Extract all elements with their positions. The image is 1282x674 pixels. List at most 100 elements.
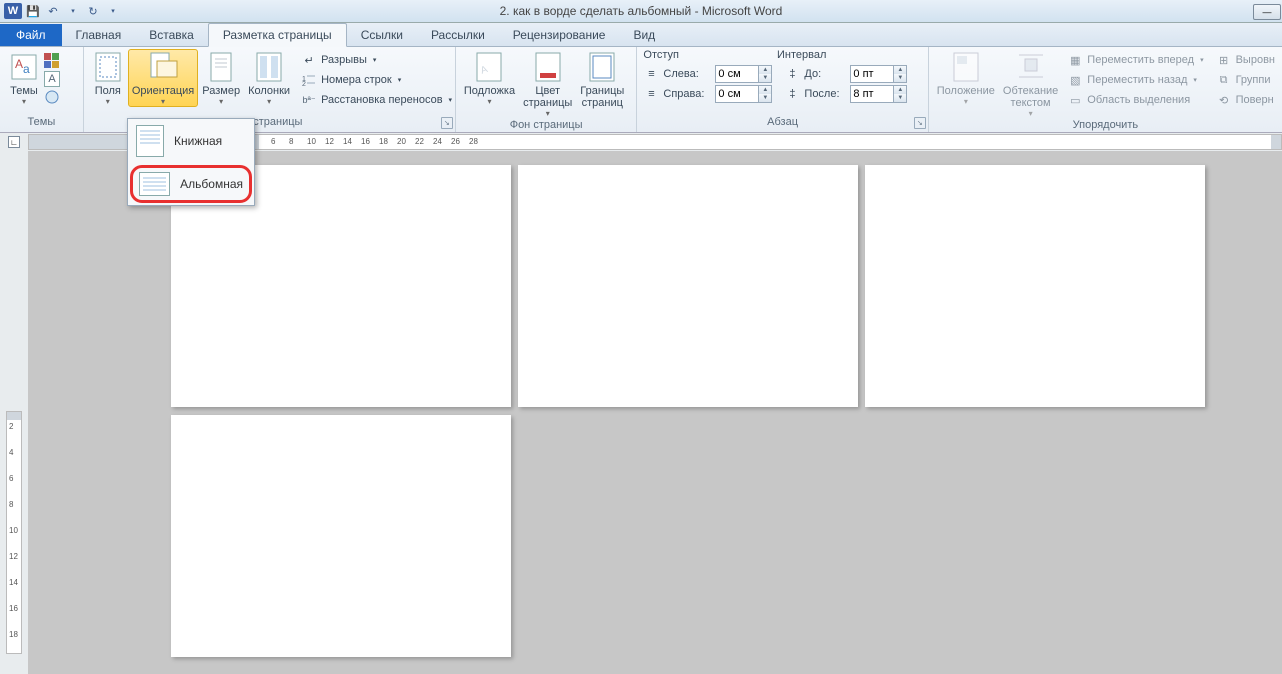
save-icon[interactable]: 💾: [24, 2, 42, 20]
dialog-launcher-icon[interactable]: ↘: [441, 117, 453, 129]
bring-forward-button[interactable]: ▦Переместить вперед▾: [1064, 51, 1206, 69]
themes-button[interactable]: Aa Темы ▾: [4, 49, 44, 107]
line-numbers-icon: 12: [301, 72, 317, 88]
page-borders-button[interactable]: Границы страниц: [576, 49, 628, 111]
spin-down-icon[interactable]: ▼: [759, 74, 771, 82]
group-icon: ⧉: [1216, 72, 1232, 88]
tab-references[interactable]: Ссылки: [347, 24, 417, 46]
redo-icon[interactable]: ↻: [84, 2, 102, 20]
wrap-text-button[interactable]: Обтекание текстом ▾: [999, 49, 1062, 119]
group-button[interactable]: ⧉ Группи: [1213, 71, 1278, 89]
spin-up-icon[interactable]: ▲: [894, 86, 906, 94]
window-controls: —: [1253, 2, 1282, 20]
spacing-after-input[interactable]: ▲▼: [850, 85, 907, 103]
align-label: Выровн: [1236, 54, 1275, 66]
theme-fonts-icon[interactable]: A: [44, 71, 60, 87]
themes-icon: Aa: [8, 51, 40, 83]
spin-down-icon[interactable]: ▼: [759, 94, 771, 102]
word-logo-icon[interactable]: W: [4, 3, 22, 19]
minimize-button[interactable]: —: [1253, 4, 1281, 20]
ruler-mark: 26: [451, 137, 460, 146]
page-thumbnail[interactable]: [171, 415, 511, 657]
dropdown-icon[interactable]: ▾: [64, 2, 82, 20]
ruler-mark: 10: [307, 137, 316, 146]
page-color-button[interactable]: Цвет страницы ▾: [519, 49, 576, 119]
vruler-mark: 12: [9, 552, 18, 561]
line-numbers-button[interactable]: 12Номера строк▾: [298, 71, 455, 89]
margins-icon: [92, 51, 124, 83]
indent-right-icon: ≡: [643, 86, 659, 102]
document-area[interactable]: [28, 151, 1282, 674]
quick-access-toolbar: W 💾 ↶ ▾ ↻ ▾: [0, 2, 122, 20]
columns-button[interactable]: Колонки ▾: [244, 49, 294, 107]
rotate-button[interactable]: ⟲Поверн: [1213, 91, 1278, 109]
portrait-thumb-icon: [136, 125, 164, 157]
group-objects-label: Группи: [1236, 74, 1271, 86]
indent-right-input[interactable]: ▲▼: [715, 85, 772, 103]
ruler-mark: 18: [379, 137, 388, 146]
dialog-launcher-icon[interactable]: ↘: [914, 117, 926, 129]
selection-pane-button[interactable]: ▭Область выделения: [1064, 91, 1206, 109]
tab-view[interactable]: Вид: [619, 24, 669, 46]
orientation-button[interactable]: Ориентация ▾: [128, 49, 198, 107]
vruler-mark: 10: [9, 526, 18, 535]
chevron-down-icon: ▾: [106, 99, 110, 105]
columns-label: Колонки: [248, 85, 290, 97]
page-thumbnail[interactable]: [518, 165, 858, 407]
tab-page-layout[interactable]: Разметка страницы: [208, 23, 347, 47]
orientation-portrait-item[interactable]: Книжная: [128, 119, 254, 163]
spacing-after-label: После:: [804, 88, 846, 100]
selection-pane-label: Область выделения: [1087, 94, 1190, 106]
spin-down-icon[interactable]: ▼: [894, 94, 906, 102]
group-label-themes: Темы: [0, 116, 83, 132]
group-label-arrange: Упорядочить: [929, 119, 1282, 132]
chevron-down-icon: ▾: [22, 99, 26, 105]
size-button[interactable]: Размер ▾: [198, 49, 244, 107]
spacing-title: Интервал: [777, 49, 826, 61]
watermark-label: Подложка: [464, 85, 515, 97]
vertical-ruler[interactable]: 24681012141618: [6, 411, 22, 654]
ribbon-tabs: Файл Главная Вставка Разметка страницы С…: [0, 23, 1282, 47]
watermark-button[interactable]: A Подложка ▾: [460, 49, 519, 107]
page-thumbnail[interactable]: [865, 165, 1205, 407]
send-backward-icon: ▧: [1067, 72, 1083, 88]
spin-up-icon[interactable]: ▲: [894, 66, 906, 74]
tab-insert[interactable]: Вставка: [135, 24, 208, 46]
tab-review[interactable]: Рецензирование: [499, 24, 620, 46]
spin-up-icon[interactable]: ▲: [759, 86, 771, 94]
spin-up-icon[interactable]: ▲: [759, 66, 771, 74]
align-button[interactable]: ⊞Выровн: [1213, 51, 1278, 69]
size-icon: [205, 51, 237, 83]
hyphenation-icon: bª⁻: [301, 92, 317, 108]
group-arrange: Положение ▾ Обтекание текстом ▾ ▦Перемес…: [929, 47, 1282, 132]
orientation-landscape-item[interactable]: Альбомная: [130, 165, 252, 203]
tab-home[interactable]: Главная: [62, 24, 136, 46]
tab-file[interactable]: Файл: [0, 24, 62, 46]
vruler-mark: 6: [9, 474, 13, 483]
portrait-label: Книжная: [174, 134, 222, 148]
margins-button[interactable]: Поля ▾: [88, 49, 128, 107]
indent-left-input[interactable]: ▲▼: [715, 65, 772, 83]
undo-icon[interactable]: ↶: [44, 2, 62, 20]
svg-text:a: a: [23, 62, 30, 76]
position-button[interactable]: Положение ▾: [933, 49, 999, 107]
vruler-mark: 2: [9, 422, 13, 431]
ruler-mark: 12: [325, 137, 334, 146]
ruler-mark: 16: [361, 137, 370, 146]
svg-text:A: A: [15, 57, 23, 71]
group-page-background: A Подложка ▾ Цвет страницы ▾ Границы стр…: [456, 47, 638, 132]
hyphenation-button[interactable]: bª⁻Расстановка переносов▾: [298, 91, 455, 109]
send-backward-button[interactable]: ▧Переместить назад▾: [1064, 71, 1206, 89]
ruler-mark: 24: [433, 137, 442, 146]
group-themes: Aa Темы ▾ A Темы: [0, 47, 84, 132]
tab-selector[interactable]: ∟: [0, 136, 28, 148]
ruler-mark: 14: [343, 137, 352, 146]
theme-colors-icon[interactable]: [44, 53, 60, 69]
spin-down-icon[interactable]: ▼: [894, 74, 906, 82]
qat-customize-icon[interactable]: ▾: [104, 2, 122, 20]
breaks-button[interactable]: ↵Разрывы▾: [298, 51, 455, 69]
vruler-mark: 4: [9, 448, 13, 457]
spacing-before-input[interactable]: ▲▼: [850, 65, 907, 83]
theme-effects-icon[interactable]: [44, 89, 60, 105]
tab-mailings[interactable]: Рассылки: [417, 24, 499, 46]
